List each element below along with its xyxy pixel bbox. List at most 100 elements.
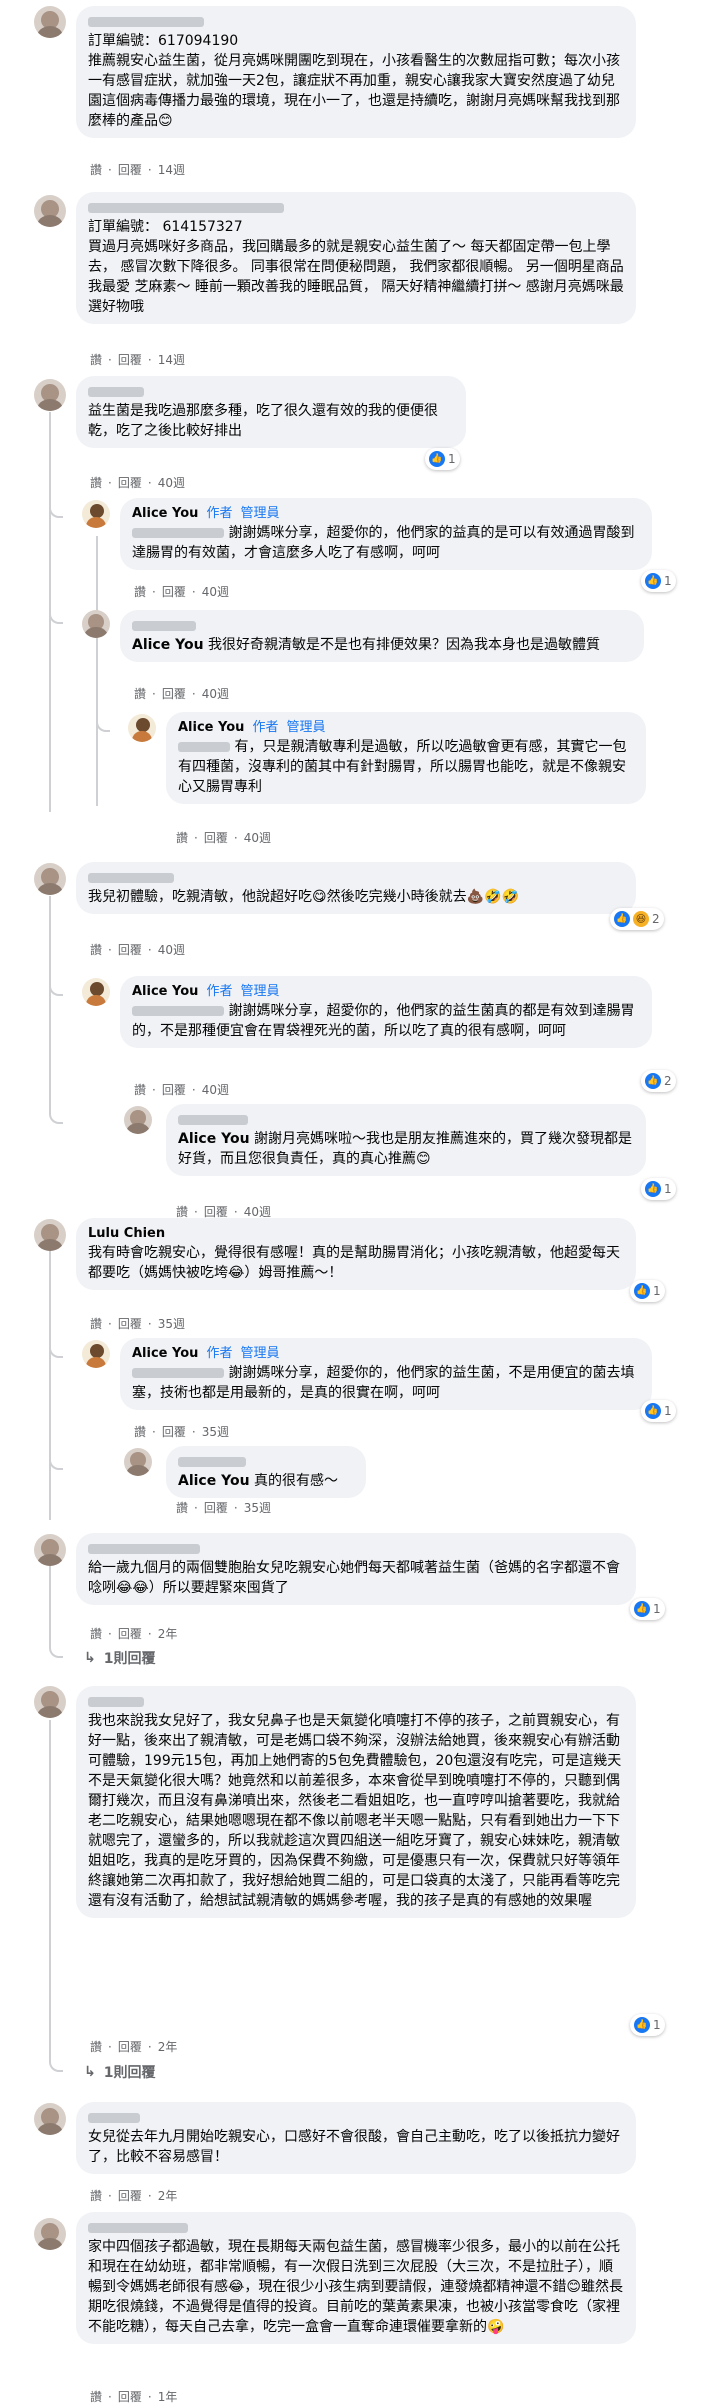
reaction-count[interactable]: 👍 1: [630, 1598, 665, 1620]
like-button[interactable]: 讚: [90, 2389, 102, 2405]
like-button[interactable]: 讚: [176, 1500, 188, 1516]
commenter-avatar[interactable]: [34, 2103, 66, 2135]
reply-bubble: Alice You 作者 管理員 謝謝媽咪分享，超愛你的，他們家的益生菌真的都是有效…: [120, 976, 652, 1048]
mention-redacted[interactable]: [132, 1006, 224, 1016]
commenter-name-redacted[interactable]: [88, 2219, 624, 2237]
replier-avatar[interactable]: [124, 1106, 152, 1134]
commenter-avatar[interactable]: [34, 863, 66, 895]
view-replies-link[interactable]: ↳ 1則回覆: [84, 1648, 155, 1668]
reply-button[interactable]: 回覆: [204, 1500, 228, 1516]
like-button[interactable]: 讚: [176, 830, 188, 846]
reply-connector: [49, 966, 63, 996]
like-button[interactable]: 讚: [134, 584, 146, 600]
comment-timestamp[interactable]: 14週: [158, 162, 185, 178]
replier-name-redacted[interactable]: [178, 1453, 354, 1471]
reply-button[interactable]: 回覆: [118, 162, 142, 178]
comment-actions: 讚 · 回覆 · 2年: [90, 2188, 178, 2204]
like-button[interactable]: 讚: [90, 2039, 102, 2055]
mention-link[interactable]: Alice You: [132, 637, 204, 653]
replier-name-redacted[interactable]: [178, 1111, 634, 1129]
commenter-name-redacted[interactable]: [88, 383, 454, 401]
comment-timestamp[interactable]: 40週: [202, 584, 229, 600]
view-replies-link[interactable]: ↳ 1則回覆: [84, 2062, 155, 2082]
comment-timestamp[interactable]: 2年: [158, 1626, 178, 1642]
reaction-count[interactable]: 👍 1: [641, 570, 676, 592]
reply-button[interactable]: 回覆: [162, 686, 186, 702]
alice-avatar[interactable]: [82, 978, 110, 1006]
reply-button[interactable]: 回覆: [118, 352, 142, 368]
comment-timestamp[interactable]: 40週: [158, 942, 185, 958]
commenter-avatar[interactable]: [34, 379, 66, 411]
replier-name-redacted[interactable]: [132, 617, 632, 635]
commenter-name-redacted[interactable]: [88, 199, 624, 217]
commenter-name-redacted[interactable]: [88, 1540, 624, 1558]
alice-avatar[interactable]: [128, 714, 156, 742]
reply-arrow-icon: ↳: [84, 1650, 96, 1666]
comment-timestamp[interactable]: 40週: [202, 1082, 229, 1098]
like-button[interactable]: 讚: [90, 1626, 102, 1642]
reply-button[interactable]: 回覆: [204, 830, 228, 846]
mention-redacted[interactable]: [132, 528, 224, 538]
reply-button[interactable]: 回覆: [118, 2389, 142, 2405]
comment-timestamp[interactable]: 2年: [158, 2188, 178, 2204]
commenter-avatar[interactable]: [34, 195, 66, 227]
comment-timestamp[interactable]: 40週: [158, 475, 185, 491]
author-name[interactable]: Alice You: [132, 1345, 198, 1363]
comment-timestamp[interactable]: 2年: [158, 2039, 178, 2055]
mention-link[interactable]: Alice You: [178, 1473, 250, 1489]
reply-button[interactable]: 回覆: [118, 1626, 142, 1642]
reaction-count[interactable]: 👍 😆 2: [610, 908, 664, 930]
commenter-name-redacted[interactable]: [88, 13, 624, 31]
reaction-count[interactable]: 👍 1: [641, 1178, 676, 1200]
reaction-count[interactable]: 👍 1: [641, 1400, 676, 1422]
reaction-count[interactable]: 👍 1: [630, 2014, 665, 2036]
comment-timestamp[interactable]: 35週: [244, 1500, 271, 1516]
like-button[interactable]: 讚: [90, 162, 102, 178]
commenter-name[interactable]: Lulu Chien: [88, 1225, 624, 1243]
mention-link[interactable]: Alice You: [178, 1131, 250, 1147]
comment-timestamp[interactable]: 35週: [202, 1424, 229, 1440]
alice-avatar[interactable]: [82, 500, 110, 528]
comment-timestamp[interactable]: 1年: [158, 2389, 178, 2405]
reply-button[interactable]: 回覆: [162, 1424, 186, 1440]
reply-button[interactable]: 回覆: [118, 475, 142, 491]
replier-avatar[interactable]: [124, 1448, 152, 1476]
commenter-avatar[interactable]: [34, 6, 66, 38]
alice-avatar[interactable]: [82, 1340, 110, 1368]
reply-button[interactable]: 回覆: [162, 584, 186, 600]
comment-actions: 讚 · 回覆 · 40週: [90, 942, 185, 958]
comment-timestamp[interactable]: 35週: [158, 1316, 185, 1332]
comment-timestamp[interactable]: 14週: [158, 352, 185, 368]
author-name[interactable]: Alice You: [132, 983, 198, 1001]
like-button[interactable]: 讚: [90, 1316, 102, 1332]
reply-button[interactable]: 回覆: [162, 1082, 186, 1098]
reaction-count[interactable]: 👍 2: [641, 1070, 676, 1092]
mention-redacted[interactable]: [178, 742, 230, 752]
like-button[interactable]: 讚: [134, 686, 146, 702]
commenter-name-redacted[interactable]: [88, 2109, 624, 2127]
reaction-count[interactable]: 👍 1: [425, 448, 460, 470]
commenter-name-redacted[interactable]: [88, 1693, 624, 1711]
comment-timestamp[interactable]: 40週: [202, 686, 229, 702]
reply-button[interactable]: 回覆: [118, 942, 142, 958]
commenter-avatar[interactable]: [34, 1219, 66, 1251]
replier-avatar[interactable]: [82, 610, 110, 638]
comment-timestamp[interactable]: 40週: [244, 830, 271, 846]
reply-button[interactable]: 回覆: [118, 2039, 142, 2055]
like-button[interactable]: 讚: [90, 352, 102, 368]
mention-redacted[interactable]: [132, 1368, 224, 1378]
commenter-name-redacted[interactable]: [88, 869, 624, 887]
author-name[interactable]: Alice You: [178, 719, 244, 737]
commenter-avatar[interactable]: [34, 1534, 66, 1566]
like-button[interactable]: 讚: [90, 942, 102, 958]
like-button[interactable]: 讚: [134, 1082, 146, 1098]
commenter-avatar[interactable]: [34, 1686, 66, 1718]
like-button[interactable]: 讚: [90, 475, 102, 491]
commenter-avatar[interactable]: [34, 2218, 66, 2250]
reaction-count[interactable]: 👍 1: [630, 1280, 665, 1302]
like-button[interactable]: 讚: [90, 2188, 102, 2204]
author-name[interactable]: Alice You: [132, 505, 198, 523]
reply-button[interactable]: 回覆: [118, 1316, 142, 1332]
like-button[interactable]: 讚: [134, 1424, 146, 1440]
reply-button[interactable]: 回覆: [118, 2188, 142, 2204]
